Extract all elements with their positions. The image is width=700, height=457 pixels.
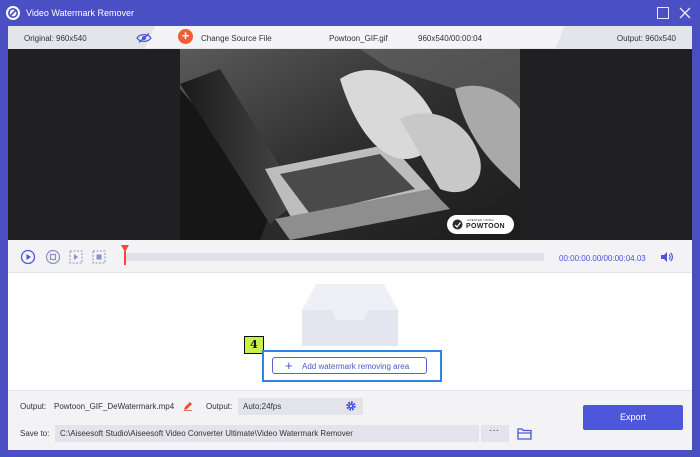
save-path-value: C:\Aiseesoft Studio\Aiseesoft Video Conv… (60, 429, 353, 438)
add-watermark-area-label: Add watermark removing area (302, 362, 410, 371)
add-source-icon[interactable]: + (178, 29, 193, 44)
watermark-small-text: CREATED USING (467, 218, 495, 222)
play-icon (20, 249, 36, 265)
app-logo-icon (6, 6, 20, 20)
video-frame-image (180, 49, 520, 240)
play-button[interactable] (20, 249, 36, 267)
set-end-button[interactable] (91, 249, 107, 267)
eye-hidden-icon[interactable] (136, 33, 152, 45)
browse-ellipsis: ··· (489, 425, 499, 436)
original-resolution: Original: 960x540 (24, 34, 87, 43)
change-source-file-button[interactable]: Change Source File (201, 34, 272, 43)
window-title: Video Watermark Remover (26, 8, 135, 18)
output-resolution: Output: 960x540 (616, 34, 676, 43)
save-to-label: Save to: (20, 429, 50, 438)
stop-button[interactable] (45, 249, 61, 267)
output-file-name: Powtoon_GIF_DeWatermark.mp4 (54, 402, 175, 411)
time-display: 00:00:00.00/00:00:04.03 (559, 254, 646, 263)
source-file-meta: 960x540/00:00:04 (418, 34, 483, 43)
close-button[interactable] (679, 7, 691, 19)
set-start-button[interactable] (68, 249, 84, 267)
add-watermark-area-button[interactable]: + Add watermark removing area (272, 357, 427, 374)
maximize-button[interactable] (657, 7, 669, 19)
output-file-label: Output: (20, 402, 47, 411)
powtoon-logo-icon (452, 219, 463, 232)
export-button[interactable]: Export (583, 405, 683, 430)
empty-tray-icon (302, 284, 398, 348)
watermark-brand-text: POWTOON (466, 223, 505, 230)
window-border (0, 450, 700, 457)
close-icon (679, 7, 691, 19)
format-label: Output: (206, 402, 233, 411)
edit-pen-icon[interactable] (183, 401, 193, 413)
step-number-badge: 4 (244, 336, 264, 354)
open-folder-icon[interactable] (517, 427, 532, 442)
plus-icon: + (285, 358, 293, 373)
playhead-line (124, 251, 126, 265)
volume-icon[interactable] (660, 251, 674, 265)
timeline-track[interactable] (125, 253, 544, 261)
info-bar: Original: 960x540 + Change Source File P… (8, 26, 692, 49)
stop-icon (45, 249, 61, 265)
source-file-name: Powtoon_GIF.gif (329, 34, 388, 43)
clip-end-icon (92, 250, 106, 264)
gear-icon[interactable] (345, 400, 357, 414)
format-value: Auto;24fps (243, 402, 282, 411)
clip-start-icon (69, 250, 83, 264)
